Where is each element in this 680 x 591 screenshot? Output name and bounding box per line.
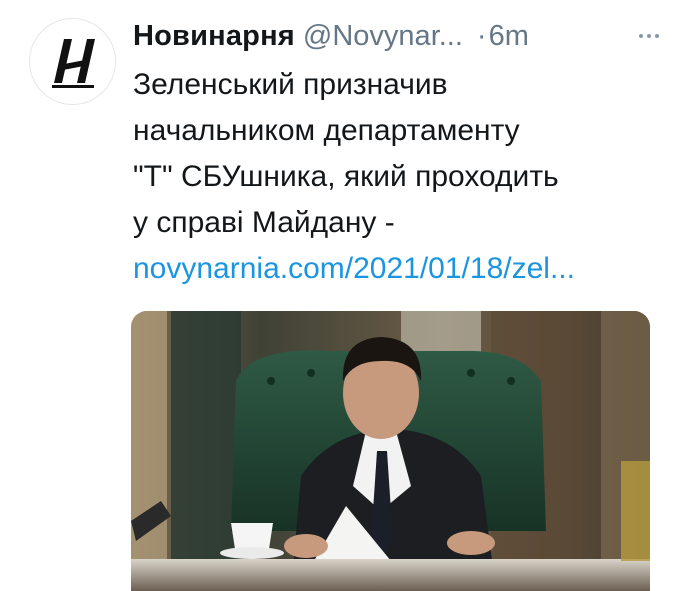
tweet-link[interactable]: novynarnia.com/2021/01/18/zel... bbox=[133, 252, 575, 285]
separator-dot: · bbox=[476, 19, 487, 52]
user-handle[interactable]: @Novynar... bbox=[303, 20, 463, 53]
tweet-text-line: у справі Майдану - bbox=[133, 206, 395, 239]
tweet-card[interactable]: Новинарня @Novynar... · 6m Зеленський пр… bbox=[0, 0, 680, 591]
photo-media bbox=[131, 311, 650, 591]
more-options-icon[interactable] bbox=[639, 16, 659, 56]
novynarnia-logo-icon bbox=[30, 19, 115, 104]
tweet-header: Новинарня @Novynar... · 6m bbox=[133, 16, 663, 56]
tweet-timestamp[interactable]: 6m bbox=[489, 20, 529, 53]
display-name[interactable]: Новинарня bbox=[133, 20, 295, 53]
tweet-text-line: "Т" СБУшника, який проходить bbox=[133, 160, 559, 193]
tweet-text-line: начальником департаменту bbox=[133, 114, 520, 147]
tweet-text-line: Зеленський призначив bbox=[133, 68, 448, 101]
tweet-photo[interactable] bbox=[131, 311, 650, 591]
tweet-body: Зеленський призначив начальником департа… bbox=[133, 62, 663, 292]
avatar[interactable] bbox=[29, 18, 116, 105]
